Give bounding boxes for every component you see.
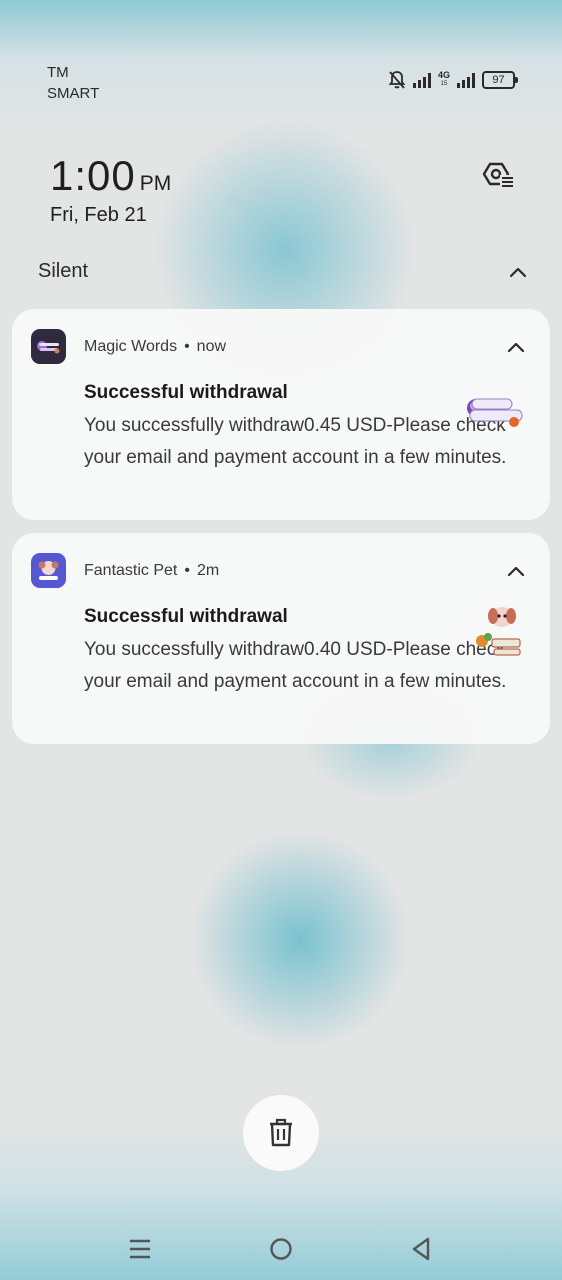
date-label[interactable]: Fri, Feb 21	[50, 204, 147, 227]
fantastic-pet-thumbnail	[454, 601, 530, 659]
network-type-label: 4G 15	[437, 70, 450, 88]
clock-time: 1:00	[50, 152, 136, 199]
magic-words-thumbnail	[454, 377, 530, 435]
carrier-line2: SMART	[47, 85, 100, 102]
trash-icon	[270, 1118, 292, 1147]
back-triangle-icon	[412, 1237, 430, 1261]
carrier-label: TM SMART	[47, 62, 99, 104]
clock[interactable]: 1:00 PM	[50, 152, 171, 200]
notification-title: Successful withdrawal	[84, 382, 288, 403]
clear-all-button[interactable]	[243, 1095, 319, 1171]
menu-icon	[130, 1239, 150, 1259]
fantastic-pet-app-icon	[31, 553, 66, 588]
home-button[interactable]	[268, 1236, 294, 1262]
recent-apps-button[interactable]	[127, 1236, 153, 1262]
collapse-notification-button[interactable]	[504, 337, 528, 357]
battery-icon: 97	[482, 71, 518, 89]
notification-header: Magic Words • now	[84, 338, 226, 356]
notification-time: now	[196, 338, 227, 355]
settings-button[interactable]	[478, 155, 516, 193]
bell-off-icon	[388, 70, 406, 90]
gear-icon	[482, 162, 514, 187]
notification-header: Fantastic Pet • 2m	[84, 562, 219, 580]
clock-ampm: PM	[139, 172, 172, 195]
collapse-section-button[interactable]	[506, 262, 530, 282]
magic-words-app-icon	[31, 329, 66, 364]
notification-title: Successful withdrawal	[84, 606, 288, 627]
battery-level: 97	[492, 74, 505, 86]
notification-card-fantastic-pet[interactable]: Fantastic Pet • 2m Successful withdrawal…	[12, 533, 550, 744]
chevron-up-icon	[507, 342, 525, 353]
app-name: Fantastic Pet	[84, 562, 178, 579]
collapse-notification-button[interactable]	[504, 561, 528, 581]
signal-icon	[412, 72, 431, 88]
chevron-up-icon	[507, 566, 525, 577]
status-icons: 4G 15 97	[388, 70, 518, 90]
back-button[interactable]	[408, 1236, 434, 1262]
notification-time: 2m	[196, 562, 220, 579]
signal-icon-2	[457, 72, 475, 88]
separator-dot: •	[184, 562, 190, 579]
chevron-up-icon	[509, 267, 527, 278]
separator-dot: •	[184, 338, 190, 355]
app-name: Magic Words	[84, 338, 178, 355]
carrier-line1: TM	[47, 64, 69, 81]
home-circle-icon	[270, 1238, 292, 1260]
section-title: Silent	[38, 260, 89, 282]
notification-card-magic-words[interactable]: Magic Words • now Successful withdrawal …	[12, 309, 550, 520]
